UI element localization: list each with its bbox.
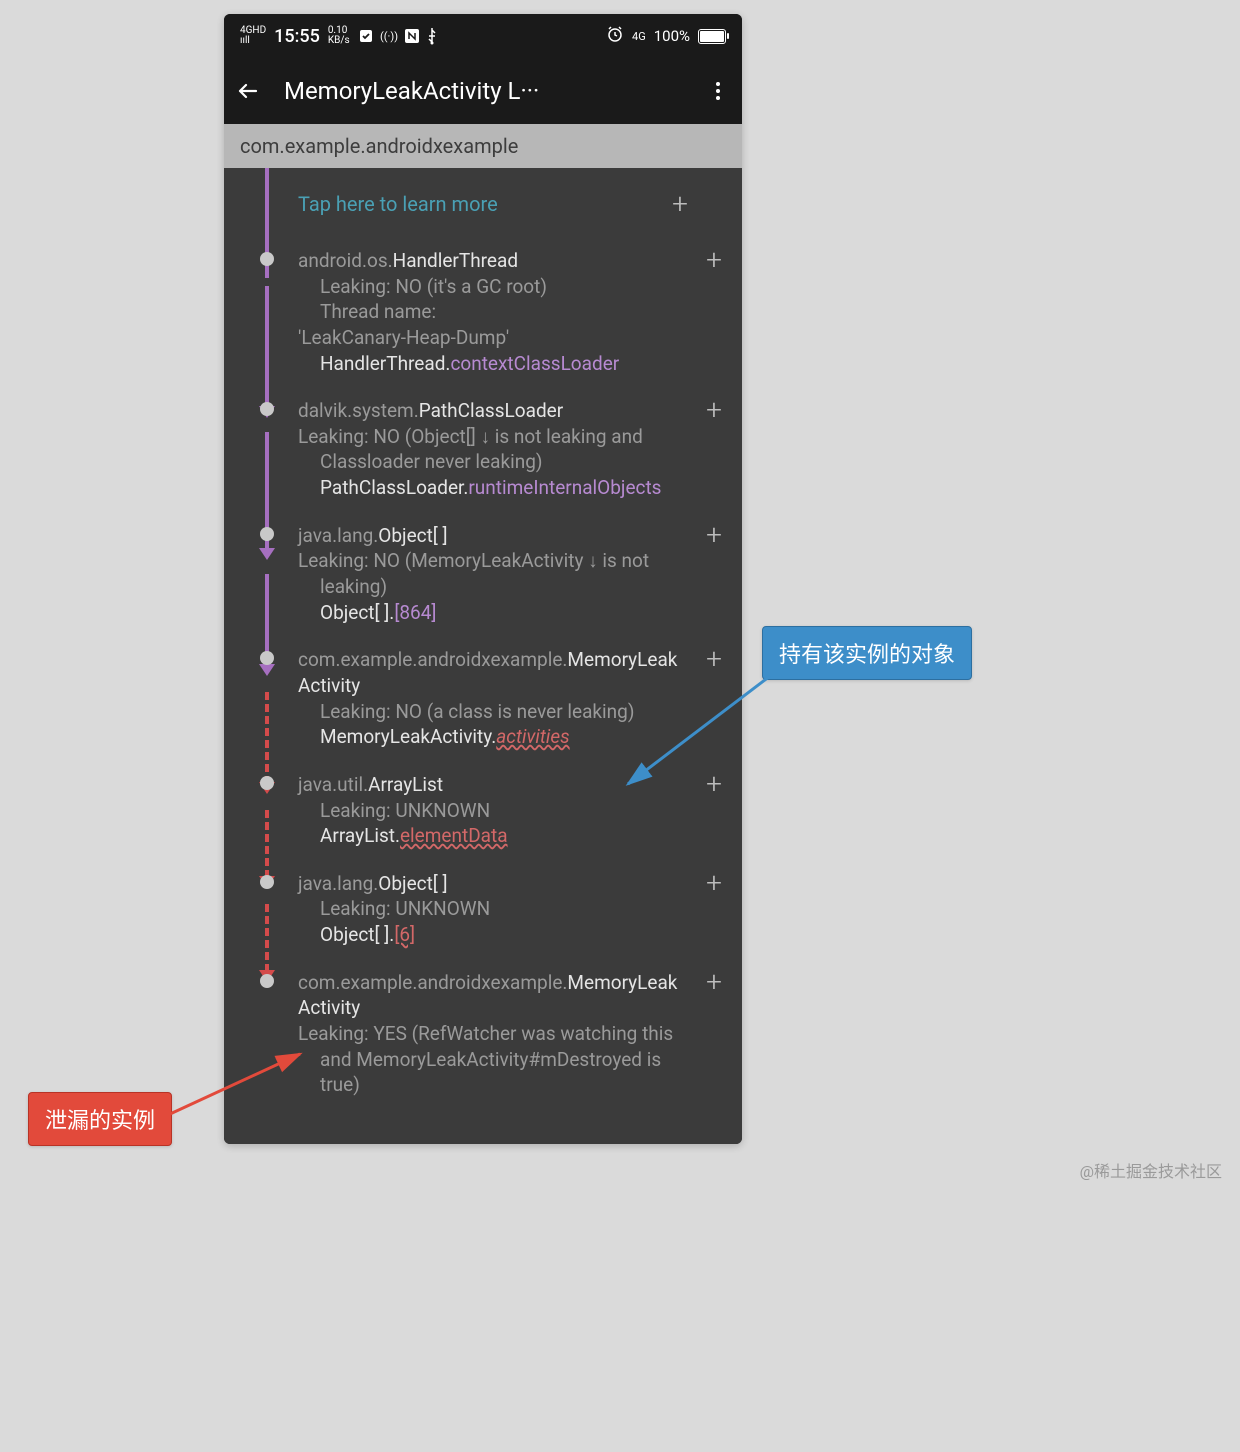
node-package: java.util.: [298, 773, 368, 796]
status-network-label: 4G: [632, 31, 646, 42]
node-dot-icon: [260, 974, 274, 988]
node-leak-status: Leaking: NO (a class is never leaking): [298, 699, 688, 725]
node-package: com.example.androidxexample.: [298, 648, 567, 671]
learn-more-label: Tap here to learn more: [298, 192, 498, 216]
node-leak-status: Leaking: YES (RefWatcher was watching th…: [298, 1021, 688, 1098]
node-leak-status: Leaking: NO (Object[] ↓ is not leaking a…: [298, 424, 688, 475]
node-dot-icon: [260, 651, 274, 665]
trace-node[interactable]: + dalvik.system.PathClassLoader Leaking:…: [224, 390, 742, 515]
hotspot-icon: ((·)): [380, 29, 398, 43]
svg-text:((·)): ((·)): [380, 30, 398, 43]
node-dot-icon: [260, 875, 274, 889]
node-ref-field: elementData: [400, 824, 508, 847]
status-signal-bars: ııll: [240, 36, 266, 46]
trace-node[interactable]: + java.lang.Object[ ] Leaking: NO (Memor…: [224, 515, 742, 640]
node-ref-field: [864]: [394, 601, 436, 624]
nfc-icon: [404, 28, 420, 44]
trace-node[interactable]: + com.example.androidxexample.MemoryLeak…: [224, 962, 742, 1112]
status-left-icons: ((·)): [358, 27, 438, 45]
expand-icon[interactable]: +: [672, 190, 688, 218]
trace-node[interactable]: + com.example.androidxexample. MemoryLeak…: [224, 639, 742, 764]
node-class: PathClassLoader: [419, 399, 563, 422]
node-ref-class: Object[ ].: [320, 601, 394, 624]
expand-icon[interactable]: +: [706, 645, 722, 673]
leak-trace-content: Tap here to learn more + + android.os.Ha…: [224, 168, 742, 1144]
expand-icon[interactable]: +: [706, 246, 722, 274]
expand-icon[interactable]: +: [706, 770, 722, 798]
node-extra: 'LeakCanary-Heap-Dump': [298, 325, 688, 351]
usb-icon: [426, 27, 438, 45]
node-class: Object[ ]: [378, 872, 447, 895]
status-battery-pct: 100%: [654, 27, 690, 45]
node-leak-status: Leaking: NO (MemoryLeakActivity ↓ is not…: [298, 548, 688, 599]
node-leak-status: Leaking: UNKNOWN: [298, 896, 688, 922]
node-ref-class: Object[ ].: [320, 923, 394, 946]
node-class: HandlerThread: [393, 249, 518, 272]
node-ref-field: contextClassLoader: [450, 352, 619, 375]
expand-icon[interactable]: +: [706, 968, 722, 996]
battery-icon: [698, 29, 726, 44]
trace-node[interactable]: + android.os.HandlerThread Leaking: NO (…: [224, 240, 742, 390]
node-ref-field: activities: [496, 725, 569, 748]
learn-more-row[interactable]: Tap here to learn more +: [224, 168, 742, 240]
node-ref-field: [6]: [394, 923, 415, 946]
status-bar: 4GHD ııll 15:55 0.10 KB/s ((·)): [224, 14, 742, 58]
trace-node[interactable]: + java.util.ArrayList Leaking: UNKNOWN A…: [224, 764, 742, 863]
status-speed-unit: KB/s: [328, 36, 350, 46]
alarm-icon: [606, 25, 624, 47]
node-dot-icon: [260, 252, 274, 266]
app-bar: MemoryLeakActivity L···: [224, 58, 742, 124]
watermark: @稀土掘金技术社区: [1080, 1158, 1222, 1182]
node-leak-status: Leaking: NO (it's a GC root): [298, 274, 688, 300]
node-ref-class: HandlerThread.: [320, 352, 450, 375]
node-package: java.lang.: [298, 524, 378, 547]
node-dot-icon: [260, 776, 274, 790]
package-name-bar: com.example.androidxexample: [224, 124, 742, 168]
node-ref-class: ArrayList.: [320, 824, 400, 847]
annotation-holder-callout: 持有该实例的对象: [762, 626, 972, 680]
node-leak-status: Leaking: UNKNOWN: [298, 798, 688, 824]
node-package: android.os.: [298, 249, 393, 272]
node-dot-icon: [260, 402, 274, 416]
back-icon[interactable]: [236, 79, 260, 103]
node-package: com.example.androidxexample.: [298, 971, 567, 994]
node-ref-class: PathClassLoader.: [320, 476, 468, 499]
overflow-menu-icon[interactable]: [706, 82, 730, 100]
node-extra: Thread name:: [298, 299, 688, 325]
expand-icon[interactable]: +: [706, 396, 722, 424]
phone-screenshot: 4GHD ııll 15:55 0.10 KB/s ((·)): [224, 14, 742, 1144]
node-ref-class: MemoryLeakActivity.: [320, 725, 496, 748]
app-title: MemoryLeakActivity L···: [284, 77, 682, 105]
node-dot-icon: [260, 527, 274, 541]
node-class: Object[ ]: [378, 524, 447, 547]
shield-icon: [358, 28, 374, 44]
node-package: dalvik.system.: [298, 399, 419, 422]
expand-icon[interactable]: +: [706, 869, 722, 897]
node-class: ArrayList: [368, 773, 443, 796]
node-package: java.lang.: [298, 872, 378, 895]
status-time: 15:55: [274, 26, 320, 47]
expand-icon[interactable]: +: [706, 521, 722, 549]
node-ref-field: runtimeInternalObjects: [468, 476, 661, 499]
annotation-leaked-callout: 泄漏的实例: [28, 1092, 172, 1146]
trace-node[interactable]: + java.lang.Object[ ] Leaking: UNKNOWN O…: [224, 863, 742, 962]
